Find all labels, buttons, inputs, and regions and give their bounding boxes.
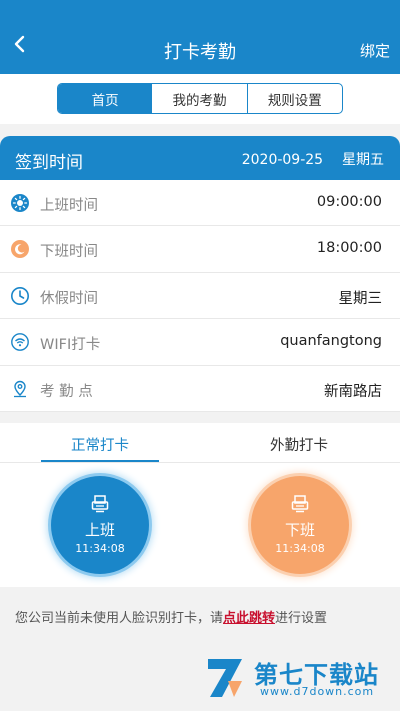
app-header: 打卡考勤 绑定 <box>0 0 400 74</box>
segment-home[interactable]: 首页 <box>58 84 153 113</box>
watermark-url: www.d7down.com <box>260 685 375 698</box>
segmented-control: 首页 我的考勤 规则设置 <box>57 83 343 114</box>
list-item-start-time: 上班时间 09:00:00 <box>0 180 400 227</box>
clock-icon <box>11 286 29 305</box>
signin-weekday: 星期五 <box>342 152 384 168</box>
watermark: 第七下载站 www.d7down.com <box>202 653 392 703</box>
row-label: 考 勤 点 <box>40 383 93 400</box>
list-item-location: 考 勤 点 新南路店 <box>0 366 400 412</box>
punch-off-button[interactable]: 下班 11:34:08 <box>251 476 349 574</box>
attendance-info-list: 上班时间 09:00:00 下班时间 18:00:00 休假时间 星期三 WIF… <box>0 180 400 412</box>
row-value: 18:00:00 <box>316 240 382 257</box>
bind-button[interactable]: 绑定 <box>360 40 390 61</box>
printer-icon <box>291 495 309 513</box>
site-logo-icon <box>208 659 242 697</box>
tab-field-punch[interactable]: 外勤打卡 <box>270 434 328 455</box>
punch-on-button[interactable]: 上班 11:34:08 <box>51 476 149 574</box>
row-value: 星期三 <box>338 290 383 307</box>
face-recognition-notice: 您公司当前未使用人脸识别打卡，请点此跳转进行设置 <box>15 607 327 626</box>
notice-text-before: 您公司当前未使用人脸识别打卡，请 <box>15 611 224 626</box>
segment-rule-settings[interactable]: 规则设置 <box>246 84 342 113</box>
location-icon <box>14 380 26 397</box>
row-value: quanfangtong <box>280 333 382 350</box>
segment-my-attendance[interactable]: 我的考勤 <box>152 84 246 113</box>
row-label: 上班时间 <box>40 198 98 214</box>
row-label: 下班时间 <box>40 244 98 261</box>
punch-on-time: 11:34:08 <box>75 542 125 555</box>
notice-jump-link[interactable]: 点此跳转 <box>223 611 275 626</box>
punch-off-time: 11:34:08 <box>275 542 325 555</box>
row-value: 新南路店 <box>324 383 382 400</box>
signin-date: 2020-09-25 星期五 <box>242 149 384 169</box>
row-label: WIFI打卡 <box>40 337 101 354</box>
list-item-end-time: 下班时间 18:00:00 <box>0 226 400 273</box>
page-title: 打卡考勤 <box>164 42 236 63</box>
tab-indicator <box>41 460 159 462</box>
sun-icon <box>11 194 29 212</box>
wifi-icon <box>11 333 29 352</box>
moon-icon <box>11 240 29 259</box>
list-item-wifi: WIFI打卡 quanfangtong <box>0 319 400 366</box>
punch-button-area: 上班 11:34:08 下班 11:34:08 <box>0 463 400 587</box>
signin-date-value: 2020-09-25 <box>241 152 324 168</box>
row-label: 休假时间 <box>40 290 98 307</box>
printer-icon <box>91 495 109 513</box>
punch-on-label: 上班 <box>84 521 115 539</box>
signin-label: 签到时间 <box>15 153 83 173</box>
notice-text-after: 进行设置 <box>275 611 328 626</box>
signin-header: 签到时间 2020-09-25 星期五 <box>0 136 400 180</box>
punch-tabs: 正常打卡 外勤打卡 <box>0 423 400 463</box>
segment-bar: 首页 我的考勤 规则设置 <box>0 74 400 124</box>
punch-off-label: 下班 <box>284 521 315 539</box>
list-item-holiday: 休假时间 星期三 <box>0 273 400 320</box>
row-value: 09:00:00 <box>316 194 382 210</box>
tab-normal-punch[interactable]: 正常打卡 <box>71 434 129 455</box>
